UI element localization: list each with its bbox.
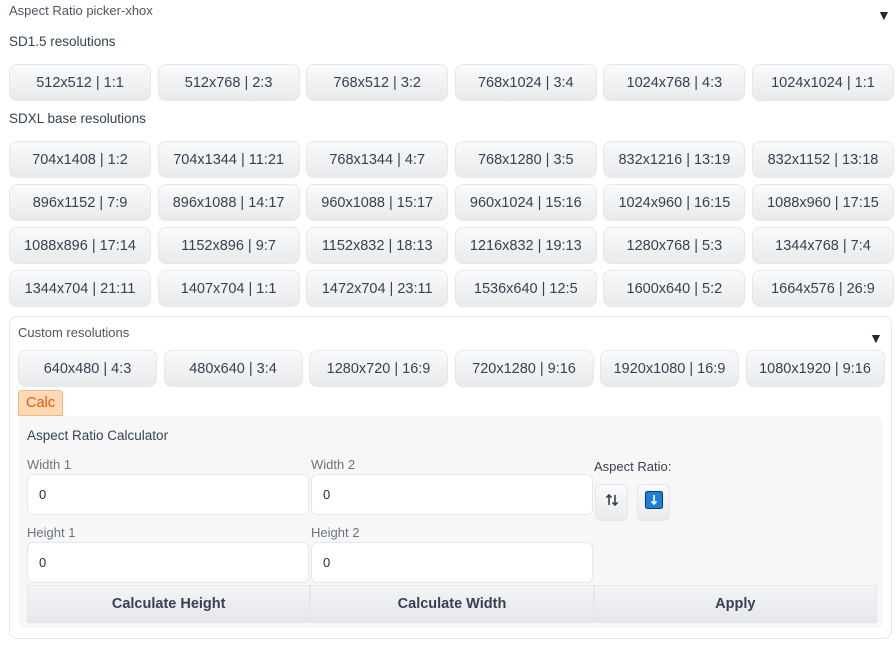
custom-resolution-button[interactable]: 1920x1080 | 16:9 (600, 350, 739, 387)
panel-title: Aspect Ratio picker-xhox (9, 3, 153, 18)
width1-label: Width 1 (27, 457, 72, 472)
sdxl-resolution-button[interactable]: 896x1088 | 14:17 (157, 184, 300, 221)
sdxl-resolution-button[interactable]: 768x1280 | 3:5 (454, 141, 597, 178)
sd15-section-label: SD1.5 resolutions (9, 34, 116, 49)
arrow-down-icon (644, 491, 663, 514)
sdxl-resolution-button[interactable]: 704x1344 | 11:21 (157, 141, 300, 178)
custom-resolution-button[interactable]: 1280x720 | 16:9 (309, 350, 448, 387)
calculate-width-button[interactable]: Calculate Width (310, 585, 594, 623)
sdxl-resolution-button[interactable]: 768x1344 | 4:7 (306, 141, 449, 178)
sdxl-resolution-button[interactable]: 1344x704 | 21:11 (9, 270, 151, 307)
height1-label: Height 1 (27, 525, 76, 540)
swap-vertical-icon (604, 492, 620, 513)
custom-resolution-button[interactable]: 640x480 | 4:3 (18, 350, 157, 387)
custom-resolution-button[interactable]: 1080x1920 | 9:16 (745, 350, 885, 387)
sd15-resolution-button[interactable]: 768x512 | 3:2 (306, 64, 449, 101)
sdxl-resolution-button[interactable]: 704x1408 | 1:2 (9, 141, 151, 178)
sdxl-resolution-button[interactable]: 960x1024 | 15:16 (454, 184, 597, 221)
tab-calc[interactable]: Calc (18, 390, 63, 416)
sdxl-resolution-button[interactable]: 1472x704 | 23:11 (306, 270, 449, 307)
copy-ratio-button[interactable] (637, 484, 670, 521)
sdxl-resolution-button[interactable]: 1152x832 | 18:13 (306, 227, 449, 264)
sdxl-resolution-button[interactable]: 1216x832 | 19:13 (454, 227, 597, 264)
custom-collapse-icon[interactable]: ▼ (869, 331, 883, 345)
sd15-resolution-button[interactable]: 1024x1024 | 1:1 (751, 64, 894, 101)
sdxl-resolution-button[interactable]: 1600x640 | 5:2 (603, 270, 746, 307)
width1-input[interactable]: 0 (27, 474, 309, 515)
sd15-resolution-button[interactable]: 512x512 | 1:1 (9, 64, 151, 101)
sdxl-resolution-button[interactable]: 1664x576 | 26:9 (751, 270, 894, 307)
sd15-resolution-button[interactable]: 512x768 | 2:3 (157, 64, 300, 101)
sd15-button-grid: 512x512 | 1:1 512x768 | 2:3 768x512 | 3:2 7… (9, 64, 894, 101)
custom-resolution-button[interactable]: 480x640 | 3:4 (163, 350, 303, 387)
sdxl-button-grid: 704x1408 | 1:2 704x1344 | 11:21 768x1344 |… (9, 141, 894, 307)
calculator-actions: Calculate Height Calculate Width Apply (27, 585, 877, 623)
height1-input[interactable]: 0 (27, 542, 309, 583)
aspect-ratio-label: Aspect Ratio: (594, 459, 672, 474)
sdxl-resolution-button[interactable]: 1344x768 | 7:4 (751, 227, 894, 264)
sdxl-resolution-button[interactable]: 1280x768 | 5:3 (603, 227, 746, 264)
custom-resolutions-title: Custom resolutions (18, 325, 130, 340)
sd15-resolution-button[interactable]: 768x1024 | 3:4 (454, 64, 597, 101)
collapse-toggle-icon[interactable]: ▼ (877, 8, 891, 22)
height2-input[interactable]: 0 (311, 542, 593, 583)
sdxl-resolution-button[interactable]: 1407x704 | 1:1 (157, 270, 300, 307)
calculate-height-button[interactable]: Calculate Height (27, 585, 311, 623)
width2-input[interactable]: 0 (311, 474, 593, 515)
calculator-title: Aspect Ratio Calculator (27, 428, 169, 443)
custom-resolutions-panel: Custom resolutions ▼ 640x480 | 4:3 480x64… (9, 316, 892, 639)
sd15-resolution-button[interactable]: 1024x768 | 4:3 (603, 64, 746, 101)
sdxl-resolution-button[interactable]: 1088x960 | 17:15 (751, 184, 894, 221)
height2-label: Height 2 (311, 525, 360, 540)
sdxl-section-label: SDXL base resolutions (9, 111, 146, 126)
sdxl-resolution-button[interactable]: 1152x896 | 9:7 (157, 227, 300, 264)
sdxl-resolution-button[interactable]: 1536x640 | 12:5 (454, 270, 597, 307)
swap-dimensions-button[interactable] (595, 484, 628, 521)
sdxl-resolution-button[interactable]: 832x1152 | 13:18 (751, 141, 894, 178)
sdxl-resolution-button[interactable]: 1088x896 | 17:14 (9, 227, 151, 264)
width2-label: Width 2 (311, 457, 356, 472)
custom-button-grid: 640x480 | 4:3 480x640 | 3:4 1280x720 | 16:… (18, 350, 885, 387)
sdxl-resolution-button[interactable]: 960x1088 | 15:17 (306, 184, 449, 221)
calculator-panel: Aspect Ratio Calculator Width 1 0 Width … (18, 416, 883, 628)
sdxl-resolution-button[interactable]: 1024x960 | 16:15 (603, 184, 746, 221)
custom-resolution-button[interactable]: 720x1280 | 9:16 (454, 350, 594, 387)
sdxl-resolution-button[interactable]: 832x1216 | 13:19 (603, 141, 746, 178)
apply-button[interactable]: Apply (593, 585, 877, 623)
sdxl-resolution-button[interactable]: 896x1152 | 7:9 (9, 184, 151, 221)
